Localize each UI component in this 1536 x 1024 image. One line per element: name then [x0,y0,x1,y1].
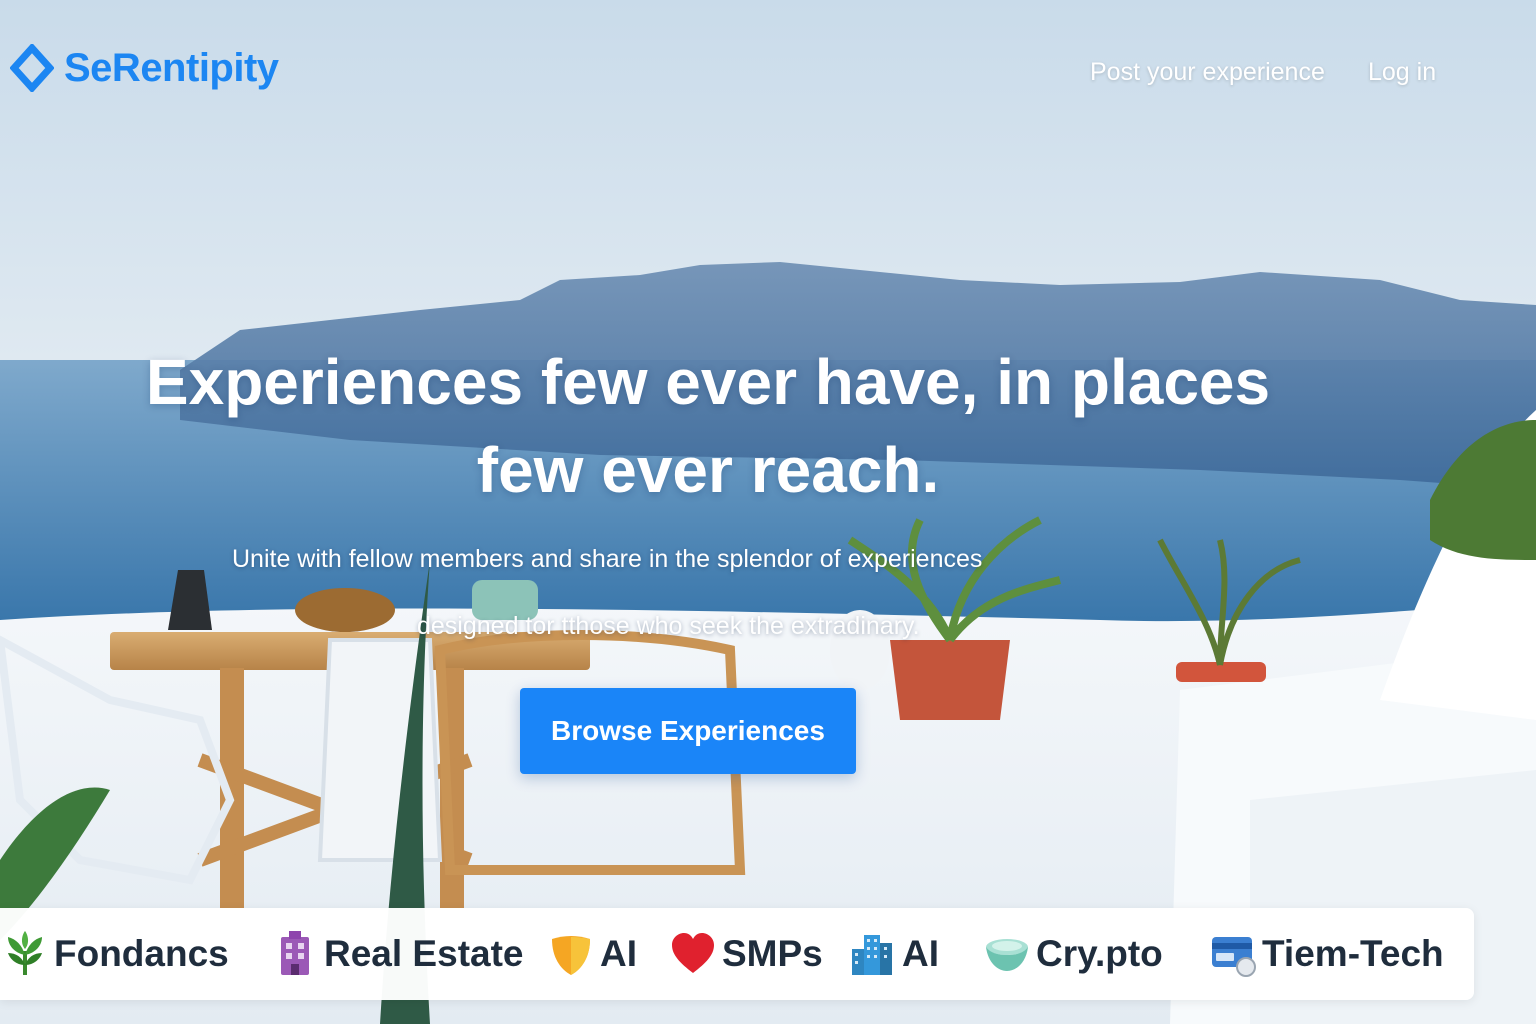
shield-icon [552,936,590,975]
category-label: Real Estate [324,933,524,974]
category-label: Fondancs [54,933,229,974]
category-fondancs[interactable]: Fondancs [2,908,229,1000]
category-ai[interactable]: AI [548,908,637,1000]
city-icon [852,935,892,975]
category-label: AI [600,933,637,974]
login-link[interactable]: Log in [1368,58,1436,87]
category-label: Tiem-Tech [1262,933,1444,974]
category-label: SMPs [722,933,823,974]
post-experience-link[interactable]: Post your experience [1090,58,1325,87]
brand-logo[interactable]: SeRentipity [10,44,279,92]
browse-experiences-button[interactable]: Browse Experiences [520,688,856,774]
hero-title: Experiences few ever have, in places few… [70,338,1346,514]
diamond-logo-icon [10,44,54,92]
category-label: AI [902,933,939,974]
category-crypto[interactable]: Cry.pto [984,908,1163,1000]
card-icon [1212,937,1256,977]
hero-title-line-1: Experiences few ever have, in places [145,346,1271,418]
category-tiem-tech[interactable]: Tiem-Tech [1210,908,1444,1000]
category-strip: Fondancs Real Estate AI SMPs AI Cry.pto … [0,908,1474,1000]
top-nav: SeRentipity Post your experience Log in [0,0,1536,140]
heart-icon [672,933,714,973]
category-real-estate[interactable]: Real Estate [272,908,524,1000]
building-icon [281,931,309,975]
hero-subtitle-line-1: Unite with fellow members and share in t… [232,545,983,573]
category-smps[interactable]: SMPs [670,908,823,1000]
hero-title-line-2: few ever reach. [476,434,940,506]
hero-subtitle-line-2: designed tor tthose who seek the extradi… [417,612,920,640]
brand-name: SeRentipity [64,45,279,90]
category-label: Cry.pto [1036,933,1163,974]
category-ai-2[interactable]: AI [850,908,939,1000]
bowl-icon [986,939,1028,971]
plant-icon [8,931,42,975]
